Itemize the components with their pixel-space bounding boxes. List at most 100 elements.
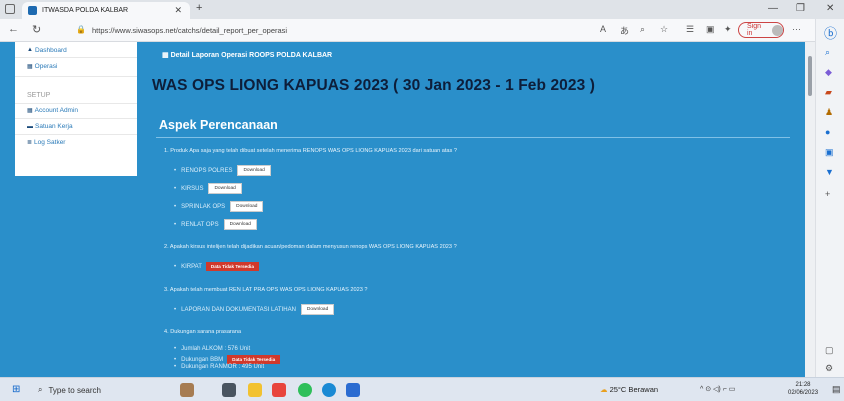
- address-bar[interactable]: 🔒 https://www.siwasops.net/catchs/detail…: [70, 22, 590, 39]
- minimize-icon[interactable]: —: [768, 3, 778, 14]
- weather-icon: ☁: [600, 385, 610, 394]
- flag-icon: ▬: [27, 123, 33, 130]
- sign-in-label: Sign in: [747, 23, 762, 37]
- app-sidebar: ▲ Dashboard ▦ Operasi SETUP ▦ Account Ad…: [15, 42, 137, 176]
- scrollbar-thumb[interactable]: [808, 56, 812, 96]
- search-placeholder: Type to search: [48, 385, 101, 395]
- collections-icon[interactable]: ▣: [706, 24, 715, 35]
- windows-start-icon[interactable]: ⊞: [12, 384, 20, 395]
- new-tab-icon[interactable]: +: [196, 2, 202, 14]
- file-explorer-icon[interactable]: [248, 383, 262, 397]
- status-badge: Data Tidak Tersedia: [205, 262, 259, 271]
- office-icon[interactable]: ●: [825, 127, 830, 137]
- question-2: 2. Apakah kirsus intelijen telah dijadik…: [164, 244, 457, 250]
- weather-widget[interactable]: ☁ 25°C Berawan: [600, 385, 658, 394]
- add-icon[interactable]: +: [825, 189, 830, 199]
- sidebar-item-operasi[interactable]: ▦ Operasi: [15, 60, 137, 72]
- extensions-icon[interactable]: ✦: [724, 24, 732, 35]
- clock-time: 21:28: [795, 382, 811, 388]
- back-icon[interactable]: ←: [8, 23, 19, 35]
- divider: [15, 118, 137, 119]
- close-tab-icon[interactable]: ✕: [174, 5, 182, 16]
- item-label: KIRSUS: [181, 185, 204, 192]
- download-button[interactable]: Download: [237, 165, 271, 176]
- drop-icon[interactable]: ▼: [825, 167, 834, 177]
- tab-actions-icon[interactable]: [5, 4, 15, 14]
- download-button[interactable]: Download: [300, 304, 335, 315]
- office-app-icon[interactable]: [272, 383, 286, 397]
- weather-text: 25°C Berawan: [609, 385, 659, 394]
- favorites-icon[interactable]: ☰: [686, 24, 694, 35]
- item-label: RENOPS POLRES: [181, 167, 233, 174]
- item-label: RENLAT OPS: [181, 221, 219, 228]
- tab-bar: ITWASDA POLDA KALBAR ✕ + — ❐ ✕: [0, 0, 844, 19]
- download-button[interactable]: Download: [230, 201, 264, 212]
- restore-icon[interactable]: ❐: [796, 3, 805, 14]
- clock[interactable]: 21:28 02/06/2023: [788, 381, 818, 397]
- item-label: Dukungan BBM: [181, 356, 224, 363]
- sign-in-button[interactable]: Sign in: [738, 22, 784, 38]
- search-icon: ⌕: [38, 385, 43, 394]
- zoom-icon[interactable]: ⌕: [640, 24, 645, 35]
- divider: [15, 57, 137, 58]
- whatsapp-icon[interactable]: [298, 383, 312, 397]
- sidebar-item-dashboard[interactable]: ▲ Dashboard: [15, 44, 137, 56]
- list-item: • Jumlah ALKOM : 576 Unit: [174, 346, 251, 352]
- tools-icon[interactable]: ▰: [825, 87, 832, 98]
- notification-icon[interactable]: ▤: [832, 384, 841, 395]
- refresh-icon[interactable]: ↻: [32, 23, 41, 36]
- system-tray-icons[interactable]: ^ ⊙ ◁) ⌐ ▭: [700, 385, 735, 393]
- download-button[interactable]: Download: [208, 183, 242, 194]
- list-item: • KIRPAT Data Tidak Tersedia: [174, 262, 259, 271]
- sidebar-item-label: Operasi: [34, 62, 58, 70]
- table-icon: ▦: [27, 63, 33, 70]
- shopping-icon[interactable]: ◆: [825, 67, 832, 78]
- question-4: 4. Dukungan sarana prasarana: [164, 329, 242, 335]
- question-1: 1. Produk Apa saja yang telah dibuat set…: [164, 148, 457, 154]
- translate-icon[interactable]: あ: [620, 24, 629, 37]
- outlook-icon[interactable]: ▣: [825, 147, 834, 158]
- games-icon[interactable]: ♟: [825, 107, 833, 118]
- divider: [15, 134, 137, 135]
- mail-icon[interactable]: [346, 383, 360, 397]
- favorite-icon[interactable]: ☆: [660, 24, 668, 35]
- list-item: • KIRSUS Download: [174, 183, 242, 194]
- list-item: • Dukungan RANMOR : 495 Unit: [174, 364, 265, 370]
- page: ▲ Dashboard ▦ Operasi SETUP ▦ Account Ad…: [0, 42, 815, 388]
- bing-icon[interactable]: ⓑ: [824, 23, 837, 42]
- settings-icon[interactable]: ⚙: [825, 363, 833, 374]
- sidebar-item-log-satker[interactable]: ≣ Log Satker: [15, 136, 137, 149]
- sidebar-item-satuan-kerja[interactable]: ▬ Satuan Kerja: [15, 120, 137, 133]
- task-view-icon[interactable]: [222, 383, 236, 397]
- list-item: • Dukungan BBM Data Tidak Tersedia: [174, 355, 281, 364]
- taskbar-search[interactable]: ⌕ Type to search: [28, 382, 168, 398]
- edge-icon[interactable]: [322, 383, 336, 397]
- home-icon: ▲: [27, 47, 33, 53]
- sidebar-toggle-icon[interactable]: ▢: [825, 345, 834, 356]
- download-button[interactable]: Download: [223, 219, 257, 230]
- page-title: WAS OPS LIONG KAPUAS 2023 ( 30 Jan 2023 …: [152, 77, 596, 94]
- widgets-icon[interactable]: [180, 383, 194, 397]
- read-aloud-icon[interactable]: A: [600, 24, 606, 34]
- item-label: Dukungan RANMOR : 495 Unit: [181, 364, 265, 370]
- item-label: LAPORAN DAN DOKUMENTASI LATIHAN: [181, 306, 296, 313]
- sidebar-item-label: Dashboard: [34, 46, 67, 54]
- panel-title: ▦ Detail Laporan Operasi ROOPS POLDA KAL…: [162, 51, 332, 59]
- table-icon: ▦: [27, 108, 33, 114]
- sidebar-item-account-admin[interactable]: ▦ Account Admin: [15, 104, 137, 117]
- url-text: https://www.siwasops.net/catchs/detail_r…: [92, 26, 288, 35]
- more-icon[interactable]: ···: [792, 24, 801, 34]
- item-label: KIRPAT: [181, 263, 202, 270]
- page-scrollbar[interactable]: [805, 42, 815, 388]
- question-3: 3. Apakah telah membuat REN LAT PRA OPS …: [164, 287, 368, 293]
- list-item: • RENOPS POLRES Download: [174, 165, 271, 176]
- avatar: [772, 24, 783, 36]
- section-title: Aspek Perencanaan: [159, 118, 278, 132]
- close-window-icon[interactable]: ✕: [826, 3, 834, 14]
- browser-tab[interactable]: ITWASDA POLDA KALBAR ✕: [22, 2, 190, 19]
- sidebar-item-label: Satuan Kerja: [35, 123, 73, 130]
- tab-title: ITWASDA POLDA KALBAR: [42, 7, 129, 14]
- search-icon[interactable]: ⌕: [825, 47, 830, 58]
- address-toolbar: ← ↻ 🔒 https://www.siwasops.net/catchs/de…: [0, 19, 844, 42]
- edge-sidebar: ⓑ ⌕ ◆ ▰ ♟ ● ▣ ▼ + ▢ ⚙: [815, 19, 844, 388]
